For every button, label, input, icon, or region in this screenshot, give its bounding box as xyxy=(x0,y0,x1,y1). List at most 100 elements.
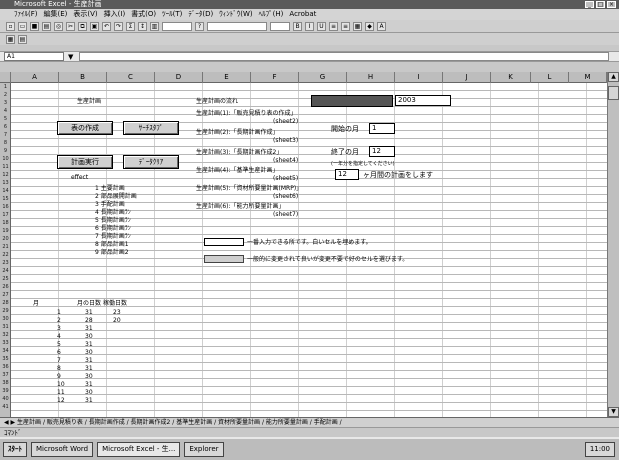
minimize-button[interactable]: _ xyxy=(585,1,594,8)
worksheet-grid[interactable]: 生産計画 生産計画の流れ 2003 表の作成 ｻｰﾁｽﾀﾌﾟ 計画実行 ﾃﾞｰﾀ… xyxy=(11,83,607,417)
sum-icon[interactable]: Σ xyxy=(126,21,135,31)
row-number[interactable]: 36 xyxy=(0,363,11,371)
row-number[interactable]: 7 xyxy=(0,131,11,139)
col-header-m[interactable]: M xyxy=(569,72,607,83)
row-number[interactable]: 1 xyxy=(0,83,11,91)
formula-input[interactable] xyxy=(79,52,610,61)
row-number[interactable]: 39 xyxy=(0,387,11,395)
col-header-f[interactable]: F xyxy=(251,72,299,83)
cut-icon[interactable]: ✂ xyxy=(66,21,75,31)
row-number[interactable]: 22 xyxy=(0,251,11,259)
row-number[interactable]: 17 xyxy=(0,211,11,219)
row-number[interactable]: 21 xyxy=(0,243,11,251)
create-table-button[interactable]: 表の作成 xyxy=(57,121,113,135)
search-button[interactable]: ｻｰﾁｽﾀﾌﾟ xyxy=(123,121,179,135)
save-icon[interactable]: ■ xyxy=(30,21,39,31)
menu-edit[interactable]: 編集(E) xyxy=(44,9,68,20)
year-input[interactable]: 2003 xyxy=(395,95,451,106)
start-month-input[interactable]: 1 xyxy=(369,123,395,134)
row-number[interactable]: 31 xyxy=(0,323,11,331)
new-file-icon[interactable]: ▫ xyxy=(6,21,15,31)
row-number[interactable]: 3 xyxy=(0,99,11,107)
redo-icon[interactable]: ↷ xyxy=(114,21,123,31)
months-count-input[interactable]: 12 xyxy=(335,169,359,180)
row-number[interactable]: 9 xyxy=(0,147,11,155)
scroll-thumb[interactable] xyxy=(608,86,619,100)
row-number[interactable]: 41 xyxy=(0,403,11,411)
taskbar-item-word[interactable]: Microsoft Word xyxy=(31,442,94,457)
row-number[interactable]: 29 xyxy=(0,307,11,315)
help-icon[interactable]: ? xyxy=(195,21,204,31)
row-number[interactable]: 34 xyxy=(0,347,11,355)
end-month-input[interactable]: 12 xyxy=(369,146,395,157)
row-number[interactable]: 37 xyxy=(0,371,11,379)
borders-icon[interactable]: ▦ xyxy=(353,21,362,31)
copy-icon[interactable]: ⧉ xyxy=(78,21,87,31)
formula-dropdown-icon[interactable]: ▼ xyxy=(68,53,73,61)
col-header-a[interactable]: A xyxy=(11,72,59,83)
col-header-h[interactable]: H xyxy=(347,72,395,83)
scroll-up-icon[interactable]: ▲ xyxy=(608,72,619,82)
close-button[interactable]: × xyxy=(607,1,616,8)
underline-icon[interactable]: U xyxy=(317,21,326,31)
preview-icon[interactable]: ◎ xyxy=(54,21,63,31)
row-number[interactable]: 6 xyxy=(0,123,11,131)
italic-icon[interactable]: I xyxy=(305,21,314,31)
taskbar-item-explorer[interactable]: Explorer xyxy=(184,442,224,457)
row-number[interactable]: 18 xyxy=(0,219,11,227)
row-number[interactable]: 8 xyxy=(0,139,11,147)
row-number[interactable]: 5 xyxy=(0,115,11,123)
row-number[interactable]: 30 xyxy=(0,315,11,323)
grid-icon[interactable]: ▦ xyxy=(6,34,15,44)
font-size-select[interactable] xyxy=(270,21,290,31)
row-number[interactable]: 35 xyxy=(0,355,11,363)
run-plan-button[interactable]: 計画実行 xyxy=(57,155,113,169)
row-number[interactable]: 16 xyxy=(0,203,11,211)
name-box[interactable]: A1 xyxy=(4,52,64,61)
row-number[interactable]: 4 xyxy=(0,107,11,115)
select-all-corner[interactable] xyxy=(0,72,11,83)
menu-insert[interactable]: 挿入(I) xyxy=(104,9,126,20)
row-number[interactable]: 40 xyxy=(0,395,11,403)
row-number[interactable]: 23 xyxy=(0,259,11,267)
menu-acrobat[interactable]: Acrobat xyxy=(289,9,316,20)
row-number[interactable]: 25 xyxy=(0,275,11,283)
form-icon[interactable]: ▤ xyxy=(18,34,27,44)
row-number[interactable]: 19 xyxy=(0,227,11,235)
col-header-k[interactable]: K xyxy=(491,72,531,83)
row-number[interactable]: 11 xyxy=(0,163,11,171)
row-number[interactable]: 26 xyxy=(0,283,11,291)
bold-icon[interactable]: B xyxy=(293,21,302,31)
start-button[interactable]: ｽﾀｰﾄ xyxy=(3,442,27,457)
row-number[interactable]: 2 xyxy=(0,91,11,99)
paste-icon[interactable]: ▣ xyxy=(90,21,99,31)
row-number[interactable]: 38 xyxy=(0,379,11,387)
clear-data-button[interactable]: ﾃﾞｰﾀｸﾘｱ xyxy=(123,155,179,169)
menu-view[interactable]: 表示(V) xyxy=(73,9,97,20)
font-select[interactable] xyxy=(207,21,267,31)
menu-format[interactable]: 書式(O) xyxy=(131,9,156,20)
undo-icon[interactable]: ↶ xyxy=(102,21,111,31)
scroll-down-icon[interactable]: ▼ xyxy=(608,407,619,417)
row-number[interactable]: 32 xyxy=(0,331,11,339)
menu-window[interactable]: ｳｨﾝﾄﾞｳ(W) xyxy=(219,9,252,20)
menu-tools[interactable]: ﾂｰﾙ(T) xyxy=(162,9,182,20)
row-number[interactable]: 10 xyxy=(0,155,11,163)
sheet-tabs[interactable]: ◀ ▶ 生産計画 / 販売見積り表 / 長期計画作成 / 長期計画作成2 / 基… xyxy=(0,417,619,427)
menu-help[interactable]: ﾍﾙﾌﾟ(H) xyxy=(259,9,284,20)
row-number[interactable]: 15 xyxy=(0,195,11,203)
chart-icon[interactable]: ▥ xyxy=(150,21,159,31)
fill-color-icon[interactable]: ◆ xyxy=(365,21,374,31)
row-number[interactable]: 33 xyxy=(0,339,11,347)
row-number[interactable]: 28 xyxy=(0,299,11,307)
taskbar-item-excel[interactable]: Microsoft Excel - 生... xyxy=(97,442,181,457)
print-icon[interactable]: ▤ xyxy=(42,21,51,31)
zoom-select[interactable] xyxy=(162,21,192,31)
font-color-icon[interactable]: A xyxy=(377,21,386,31)
sheet-tab-list[interactable]: 生産計画 / 販売見積り表 / 長期計画作成 / 長期計画作成2 / 基準生産計… xyxy=(17,419,342,426)
sort-icon[interactable]: ↕ xyxy=(138,21,147,31)
align-left-icon[interactable]: ≡ xyxy=(329,21,338,31)
menu-data[interactable]: ﾃﾞｰﾀ(D) xyxy=(188,9,213,20)
col-header-d[interactable]: D xyxy=(155,72,203,83)
row-number[interactable]: 27 xyxy=(0,291,11,299)
